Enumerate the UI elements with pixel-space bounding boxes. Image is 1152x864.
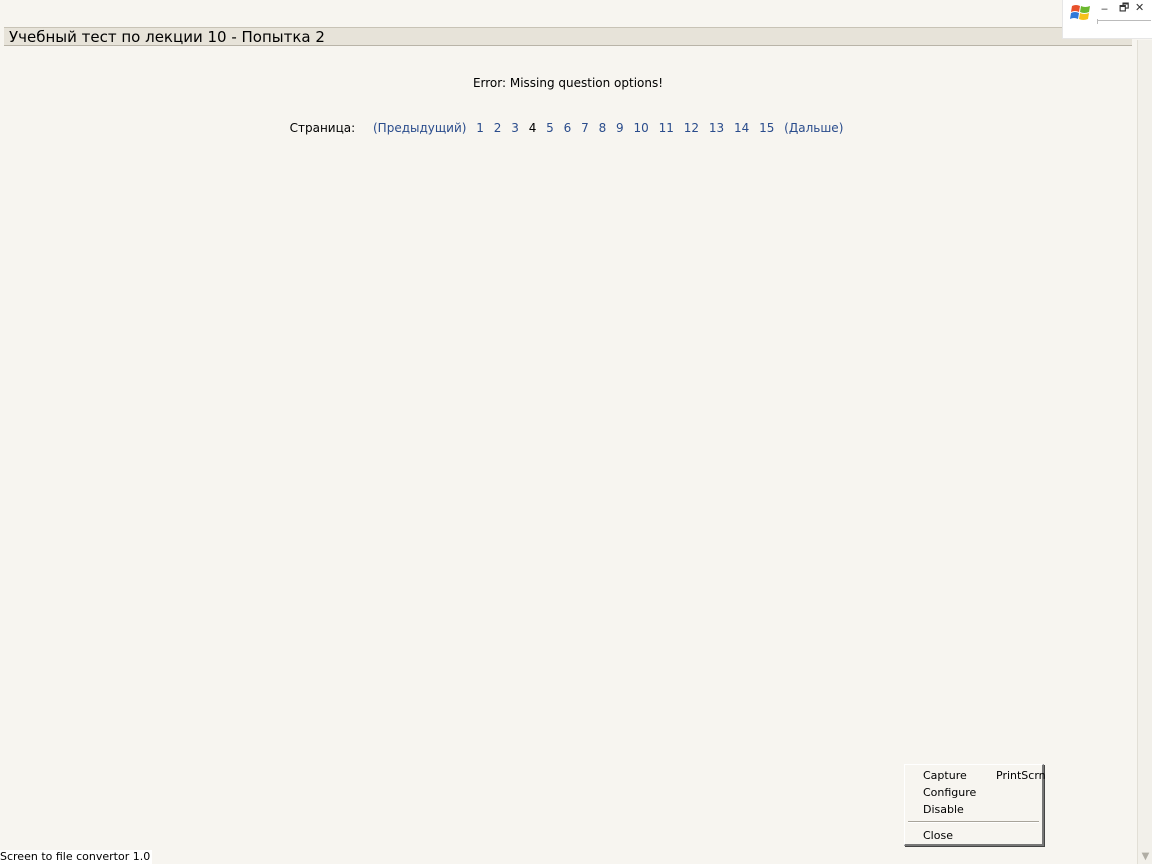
page-title-bar: Учебный тест по лекции 10 - Попытка 2 (4, 27, 1132, 46)
menu-item-capture-label: Capture (923, 769, 967, 782)
menu-item-close[interactable]: Close (923, 829, 953, 843)
pagination-next-link[interactable]: (Дальше) (784, 120, 843, 136)
menu-item-disable[interactable]: Disable (923, 803, 964, 817)
pagination-prev-link[interactable]: (Предыдущий) (373, 120, 466, 136)
context-menu: Capture PrintScrn Configure Disable Clos… (904, 764, 1046, 846)
pagination-page-2[interactable]: 2 (494, 120, 502, 136)
vertical-scrollbar[interactable]: ▼ (1137, 40, 1152, 864)
pagination-page-3[interactable]: 3 (511, 120, 519, 136)
menu-item-capture[interactable]: Capture PrintScrn (923, 769, 1046, 783)
page-title: Учебный тест по лекции 10 - Попытка 2 (9, 28, 325, 46)
close-icon[interactable]: ✕ (1135, 2, 1144, 14)
window-controls: ‒ 🗗 ✕ (1062, 0, 1152, 39)
pagination-page-5[interactable]: 5 (546, 120, 554, 136)
pagination-page-1[interactable]: 1 (476, 120, 484, 136)
windows-logo-icon (1070, 3, 1092, 23)
scroll-down-arrow-icon[interactable]: ▼ (1138, 850, 1152, 864)
pagination-label: Страница: (289, 121, 356, 135)
status-text: Screen to file convertor 1.0 (0, 850, 153, 864)
menu-item-configure[interactable]: Configure (923, 786, 976, 800)
window-divider (1097, 20, 1151, 21)
pagination-page-10[interactable]: 10 (634, 120, 649, 136)
pagination: Страница: (Предыдущий) 1 2 3 4 5 6 7 8 9… (0, 120, 1136, 136)
pagination-page-15[interactable]: 15 (759, 120, 774, 136)
pagination-page-6[interactable]: 6 (564, 120, 572, 136)
pagination-page-9[interactable]: 9 (616, 120, 624, 136)
error-message: Error: Missing question options! (472, 76, 664, 90)
pagination-page-7[interactable]: 7 (581, 120, 589, 136)
menu-item-capture-shortcut: PrintScrn (996, 769, 1046, 782)
pagination-page-12[interactable]: 12 (684, 120, 699, 136)
minimize-icon[interactable]: ‒ (1101, 3, 1108, 15)
pagination-page-8[interactable]: 8 (599, 120, 607, 136)
window-divider-tick (1097, 19, 1098, 24)
menu-separator (908, 821, 1039, 823)
restore-icon[interactable]: 🗗 (1119, 2, 1129, 14)
pagination-page-current: 4 (528, 121, 537, 135)
pagination-page-14[interactable]: 14 (734, 120, 749, 136)
pagination-page-13[interactable]: 13 (709, 120, 724, 136)
pagination-page-11[interactable]: 11 (659, 120, 674, 136)
